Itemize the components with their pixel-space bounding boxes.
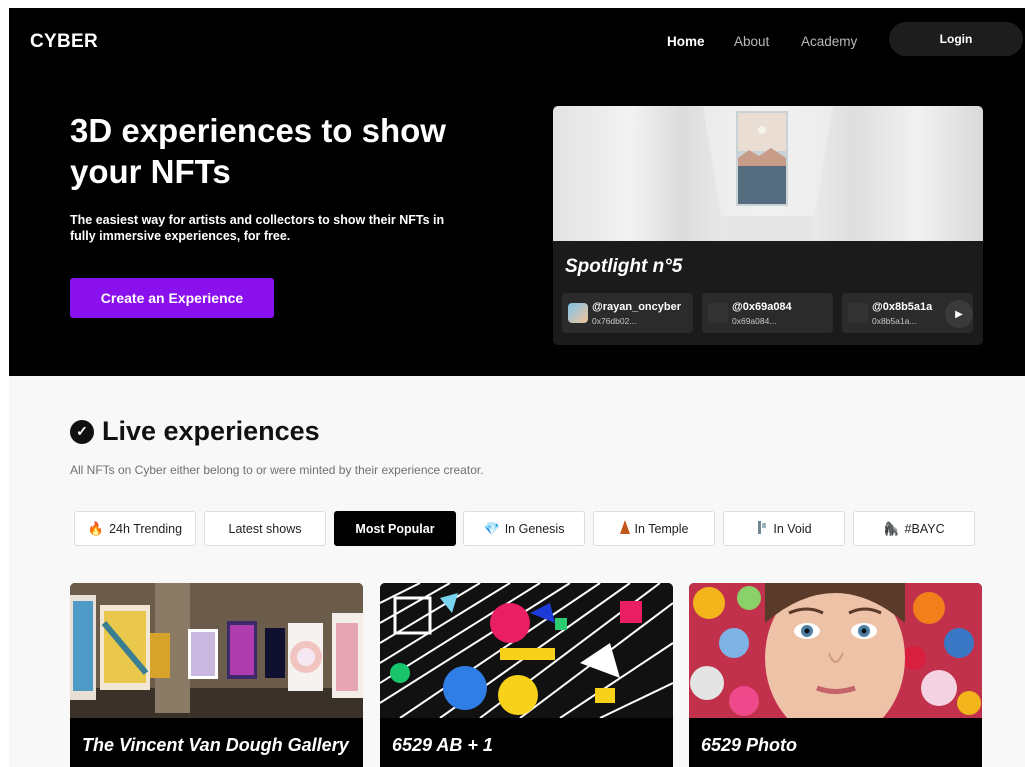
hero-subtitle: The easiest way for artists and collecto… — [70, 213, 445, 243]
tab-label: In Temple — [634, 521, 689, 536]
live-experiences-section: ✓ Live experiences All NFTs on Cyber eit… — [9, 376, 1025, 767]
user-name: @0x69a084 — [732, 301, 792, 313]
hero-title: 3D experiences to show your NFTs — [70, 112, 446, 190]
tab-bayc[interactable]: 🦍 #BAYC — [853, 511, 975, 546]
spotlight-title: Spotlight n°5 — [565, 256, 683, 277]
spotlight-user-chip[interactable]: @0x69a084 0x69a084... — [702, 293, 833, 333]
card-thumbnail — [689, 583, 982, 740]
user-address: 0x69a084... — [732, 316, 777, 326]
experience-card[interactable]: The Vincent Van Dough Gallery — [70, 583, 363, 767]
card-thumbnail — [70, 583, 363, 718]
spotlight-card[interactable]: Spotlight n°5 @rayan_oncyber 0x76db02...… — [553, 106, 983, 345]
live-title: ✓ Live experiences — [70, 416, 320, 447]
tab-label: In Genesis — [504, 521, 565, 536]
card-title: 6529 Photo — [701, 735, 798, 755]
spotlight-user-chip[interactable]: @rayan_oncyber 0x76db02... — [562, 293, 693, 333]
avatar — [568, 303, 588, 323]
user-name: @0x8b5a1a — [872, 301, 933, 313]
tab-24h-trending[interactable]: 🔥 24h Trending — [74, 511, 196, 546]
tab-label: In Void — [773, 521, 812, 536]
tab-most-popular[interactable]: Most Popular — [334, 511, 456, 546]
user-name: @rayan_oncyber — [592, 301, 681, 313]
nav-about-link[interactable]: About — [734, 34, 769, 49]
tab-label: Latest shows — [228, 521, 302, 536]
card-title: 6529 AB + 1 — [392, 735, 493, 755]
live-subtitle: All NFTs on Cyber either belong to or we… — [70, 463, 484, 477]
verified-badge-icon: ✓ — [70, 419, 94, 444]
live-title-text: Live experiences — [102, 416, 320, 446]
void-icon — [756, 520, 768, 537]
nav-academy-link[interactable]: Academy — [801, 34, 857, 49]
login-button[interactable]: Login — [889, 22, 1023, 56]
page: CYBER Home About Academy Login 3D experi… — [0, 0, 1025, 767]
experience-card[interactable]: 6529 Photo — [689, 583, 982, 767]
hero-section: CYBER Home About Academy Login 3D experi… — [9, 8, 1025, 376]
tab-in-genesis[interactable]: 💎 In Genesis — [463, 511, 585, 546]
spotlight-image — [553, 106, 983, 241]
nav-home-link[interactable]: Home — [667, 34, 705, 49]
ape-icon: 🦍 — [883, 520, 900, 536]
tab-latest-shows[interactable]: Latest shows — [204, 511, 326, 546]
card-title: The Vincent Van Dough Gallery — [82, 735, 349, 755]
tab-label: 24h Trending — [109, 521, 183, 536]
avatar — [848, 303, 868, 323]
experience-card[interactable]: 6529 AB + 1 — [380, 583, 673, 767]
create-experience-button[interactable]: Create an Experience — [70, 278, 274, 318]
temple-icon — [619, 520, 630, 537]
fire-icon: 🔥 — [87, 520, 105, 536]
avatar — [708, 303, 728, 323]
user-address: 0x8b5a1a... — [872, 316, 917, 326]
tab-in-temple[interactable]: In Temple — [593, 511, 715, 546]
card-thumbnail — [380, 583, 673, 719]
cyber-logo[interactable]: CYBER — [30, 31, 98, 53]
tab-label: #BAYC — [904, 521, 945, 536]
chevron-right-icon[interactable]: ▶ — [945, 300, 973, 328]
tab-in-void[interactable]: In Void — [723, 511, 845, 546]
diamond-icon: 💎 — [483, 520, 500, 536]
tab-label: Most Popular — [355, 521, 435, 536]
user-address: 0x76db02... — [592, 316, 637, 326]
